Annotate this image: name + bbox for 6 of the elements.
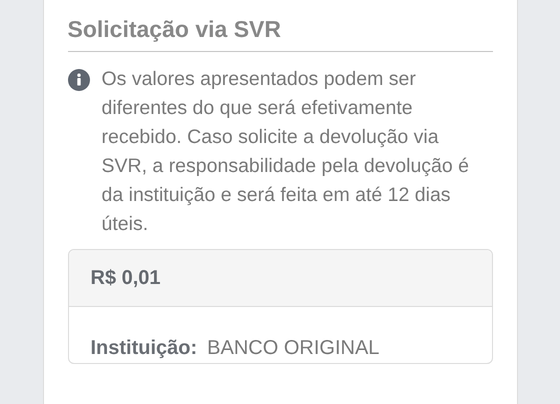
amount-text: R$ 0,01 (90, 266, 161, 291)
info-icon (68, 69, 90, 91)
section-title: Solicitação via SVR (68, 15, 282, 44)
field-value: BANCO ORIGINAL (207, 336, 380, 361)
notice-text: Os valores apresentados podem ser diferentes do que será efetivamente recebido. Caso solicite a devolução via SVR, a responsabilidade pela devolução é da instituição e será feita em até 12 dias úteis. (102, 67, 470, 237)
field-label: Instituição: (90, 336, 198, 361)
